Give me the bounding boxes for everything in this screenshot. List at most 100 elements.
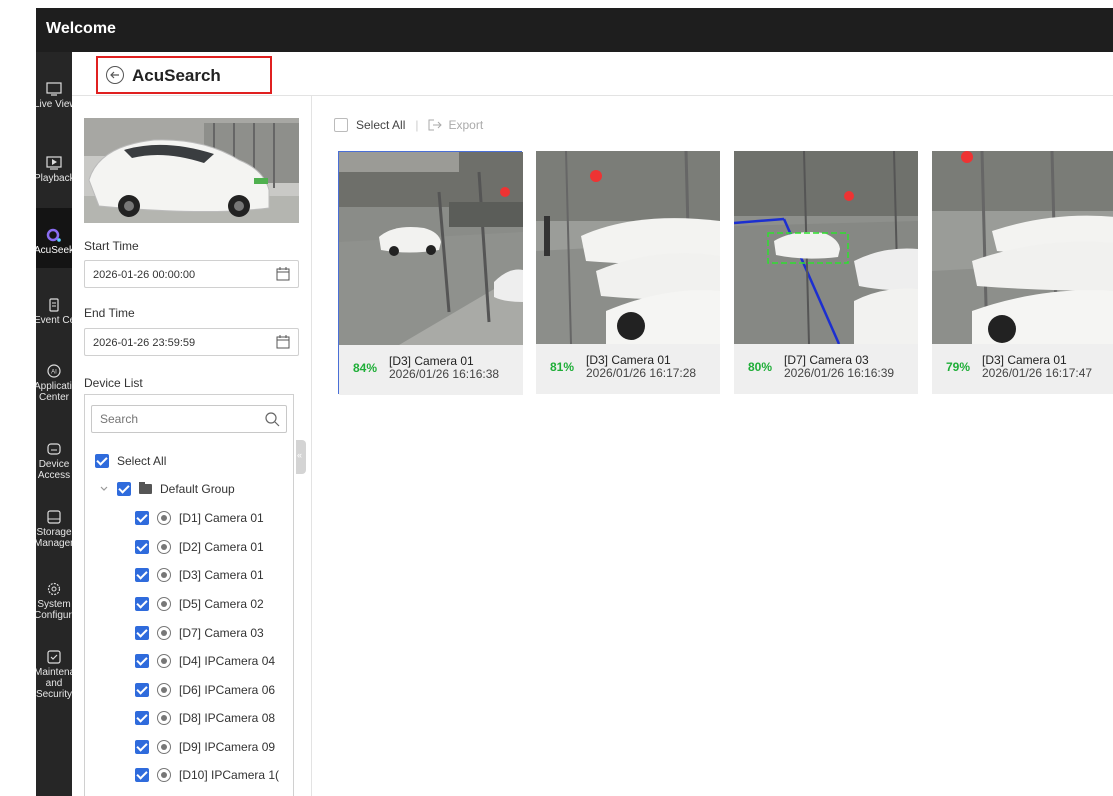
similarity-score: 79%: [946, 360, 971, 374]
nav-system-configuration[interactable]: System Configuration: [36, 582, 72, 638]
checkbox-checked[interactable]: [135, 626, 149, 640]
page-header: AcuSearch: [72, 52, 1113, 96]
checkbox-checked[interactable]: [135, 654, 149, 668]
nav-playback[interactable]: Playback: [36, 156, 72, 196]
checkbox-checked[interactable]: [135, 540, 149, 554]
app-title: Welcome: [46, 20, 116, 37]
result-time: 2026/01/26 16:16:38: [389, 367, 500, 381]
nav-label: System Configuration: [36, 599, 72, 621]
device-item[interactable]: [D6] IPCamera 06: [135, 680, 275, 700]
nav-application-center[interactable]: AI Application Center: [36, 364, 72, 420]
storage-icon: [47, 510, 61, 524]
result-card[interactable]: 80% [D7] Camera 03 2026/01/26 16:16:39: [734, 151, 918, 394]
similarity-score: 80%: [748, 360, 773, 374]
results-toolbar: Select All | Export: [334, 116, 483, 134]
nav-maintenance-security[interactable]: Maintenance and Security: [36, 650, 72, 706]
toolbar-separator: |: [415, 118, 419, 132]
nav-label: Playback: [36, 173, 72, 184]
checkbox-checked[interactable]: [95, 454, 109, 468]
back-icon[interactable]: [106, 66, 124, 84]
device-item[interactable]: [D7] Camera 03: [135, 623, 264, 643]
checkbox-checked[interactable]: [135, 597, 149, 611]
camera-icon: [157, 654, 171, 668]
acuseek-icon: [46, 228, 61, 242]
nav-label: AcuSeek: [36, 245, 72, 256]
start-time-field[interactable]: 2026-01-26 00:00:00: [84, 260, 299, 288]
shield-icon: [47, 650, 61, 664]
sidebar: Live View Playback AcuSeek Event Center …: [36, 52, 72, 796]
select-all-label: Select All: [117, 454, 167, 468]
nav-label: Live View: [36, 99, 72, 110]
result-image: [339, 152, 523, 345]
device-list-label: Device List: [84, 376, 143, 390]
nav-device-access[interactable]: Device Access: [36, 442, 72, 498]
search-filter-panel: Start Time 2026-01-26 00:00:00 End Time …: [72, 96, 312, 796]
end-time-label: End Time: [84, 306, 135, 320]
camera-icon: [157, 511, 171, 525]
camera-icon: [157, 540, 171, 554]
start-time-label: Start Time: [84, 239, 139, 253]
result-time: 2026/01/26 16:16:39: [784, 366, 895, 380]
device-label: [D5] Camera 02: [179, 597, 264, 611]
similarity-score: 81%: [550, 360, 575, 374]
result-camera: [D3] Camera 01: [389, 354, 474, 368]
camera-icon: [157, 740, 171, 754]
select-all-results-label[interactable]: Select All: [356, 118, 405, 132]
device-label: [D8] IPCamera 08: [179, 711, 276, 725]
checkbox-checked[interactable]: [135, 768, 149, 782]
nav-event-center[interactable]: Event Center: [36, 298, 72, 338]
nav-live-view[interactable]: Live View: [36, 82, 72, 122]
device-item[interactable]: [D10] IPCamera 1(: [135, 765, 279, 785]
checkbox-checked[interactable]: [135, 683, 149, 697]
select-all-devices[interactable]: Select All: [95, 451, 166, 471]
device-label: [D10] IPCamera 1(: [179, 768, 280, 782]
result-card[interactable]: 84% [D3] Camera 01 2026/01/26 16:16:38: [338, 151, 523, 395]
result-card[interactable]: 81% [D3] Camera 01 2026/01/26 16:17:28: [536, 151, 720, 394]
calendar-icon[interactable]: [276, 267, 290, 281]
device-item[interactable]: [D4] IPCamera 04: [135, 651, 275, 671]
result-card[interactable]: 79% [D3] Camera 01 2026/01/26 16:17:47: [932, 151, 1113, 394]
device-item[interactable]: [D1] Camera 01: [135, 508, 264, 528]
device-item[interactable]: [D5] Camera 02: [135, 594, 264, 614]
calendar-icon[interactable]: [276, 335, 290, 349]
device-item[interactable]: [D8] IPCamera 08: [135, 708, 275, 728]
camera-icon: [157, 711, 171, 725]
result-camera: [D3] Camera 01: [586, 353, 671, 367]
checkbox-checked[interactable]: [135, 711, 149, 725]
select-all-results-checkbox[interactable]: [334, 118, 348, 132]
ai-icon: AI: [47, 364, 61, 378]
nav-label: Event Center: [36, 315, 72, 326]
result-caption: 81% [D3] Camera 01 2026/01/26 16:17:28: [536, 344, 720, 394]
nav-storage-management[interactable]: Storage Management: [36, 510, 72, 566]
device-search-input[interactable]: [100, 412, 250, 426]
search-icon[interactable]: [264, 411, 280, 427]
device-label: [D7] Camera 03: [179, 626, 264, 640]
export-button[interactable]: Export: [448, 118, 483, 132]
clipboard-icon: [49, 298, 59, 312]
nav-acuseek[interactable]: AcuSeek: [36, 208, 72, 268]
result-caption: 84% [D3] Camera 01 2026/01/26 16:16:38: [339, 345, 523, 395]
device-item[interactable]: [D9] IPCamera 09: [135, 737, 275, 757]
checkbox-checked[interactable]: [117, 482, 131, 496]
result-image: [734, 151, 918, 344]
device-search[interactable]: [91, 405, 287, 433]
nav-label: Application Center: [36, 381, 72, 403]
group-label: Default Group: [160, 482, 235, 496]
nav-label: Device Access: [37, 459, 71, 481]
export-icon[interactable]: [428, 119, 443, 131]
end-time-field[interactable]: 2026-01-26 23:59:59: [84, 328, 299, 356]
gear-icon: [47, 582, 61, 596]
result-image: [932, 151, 1113, 344]
device-label: [D2] Camera 01: [179, 540, 264, 554]
checkbox-checked[interactable]: [135, 511, 149, 525]
device-group-default[interactable]: Default Group: [99, 479, 235, 499]
device-item[interactable]: [D3] Camera 01: [135, 565, 264, 585]
chevron-down-icon[interactable]: [99, 484, 109, 494]
device-label: [D1] Camera 01: [179, 511, 264, 525]
checkbox-checked[interactable]: [135, 568, 149, 582]
checkbox-checked[interactable]: [135, 740, 149, 754]
collapse-panel-button[interactable]: «: [296, 440, 306, 474]
chevron-left-icon: «: [297, 450, 303, 460]
device-item[interactable]: [D2] Camera 01: [135, 537, 264, 557]
result-image: [536, 151, 720, 344]
